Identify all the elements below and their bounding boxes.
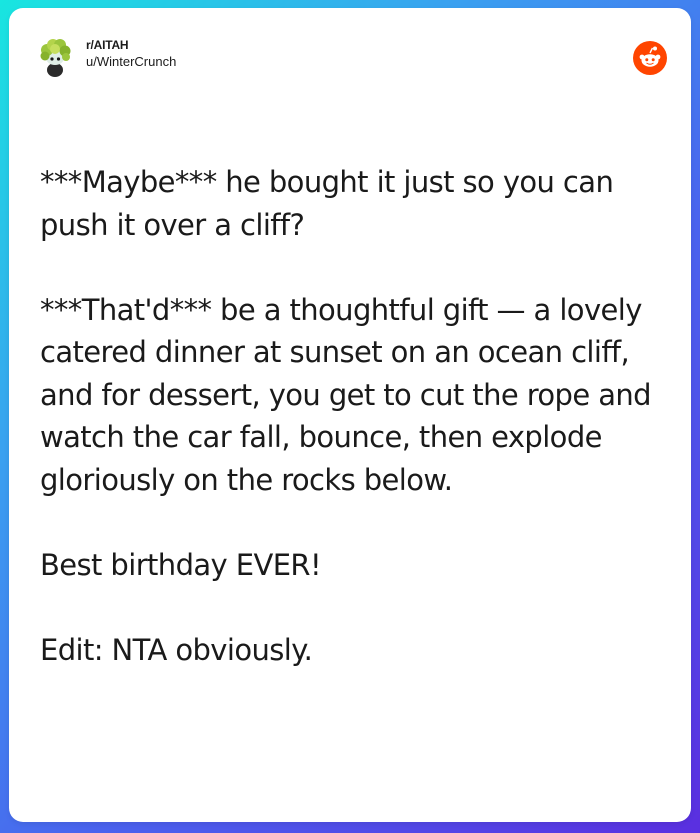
comment-paragraph: Edit: NTA obviously. [40,632,313,667]
subreddit-link[interactable]: r/AITAH [86,38,176,53]
post-meta: r/AITAH u/WinterCrunch [86,38,176,70]
comment-paragraph: ***Maybe*** he bought it just so you can… [40,165,622,242]
reddit-logo-icon [633,41,667,75]
comment-paragraph: Best birthday EVER! [40,547,322,582]
username-link[interactable]: u/WinterCrunch [86,53,176,70]
comment-body: ***Maybe*** he bought it just so you can… [40,161,665,671]
comment-card: r/AITAH u/WinterCrunch ***Maybe*** he bo… [9,8,691,822]
post-header: r/AITAH u/WinterCrunch [33,34,176,78]
comment-paragraph: ***That'd*** be a thoughtful gift — a lo… [40,292,660,497]
snoo-avatar-icon[interactable] [33,34,77,78]
